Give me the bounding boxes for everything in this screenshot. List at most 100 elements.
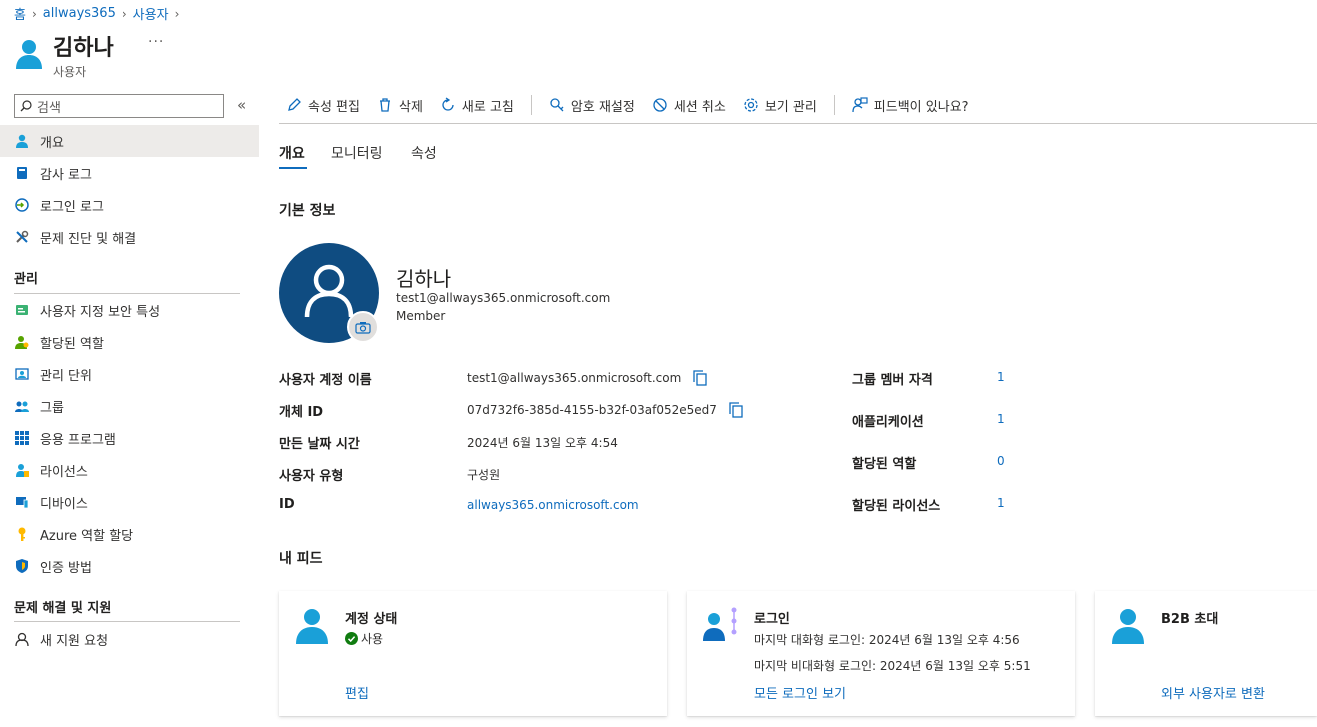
sidebar-section-support: 문제 해결 및 지원 (14, 601, 112, 616)
my-feed-title: 내 피드 (279, 551, 323, 567)
sidebar-item-diagnose[interactable]: 문제 진단 및 해결 (0, 221, 259, 253)
manage-view-button[interactable]: 보기 관리 (743, 96, 817, 115)
profile-email: test1@allways365.onmicrosoft.com (396, 291, 611, 305)
sidebar-item-devices[interactable]: 디바이스 (0, 486, 259, 518)
page-title: 김하나 (53, 36, 114, 61)
search-input[interactable]: 검색 (14, 94, 224, 118)
book-icon (17, 167, 27, 179)
sidebar-item-label: 문제 진단 및 해결 (40, 231, 137, 247)
apps-icon (15, 431, 29, 445)
sidebar-item-custom-security-attributes[interactable]: 사용자 지정 보안 특성 (0, 294, 259, 326)
stat-value-applications[interactable]: 1 (997, 412, 1005, 426)
sidebar-item-overview[interactable]: 개요 (0, 125, 259, 157)
account-status-text: 사용 (361, 632, 384, 646)
stat-label-applications: 애플리케이션 (852, 415, 924, 430)
more-options-button[interactable]: ··· (148, 34, 164, 50)
key-search-icon (550, 98, 564, 112)
sidebar-item-licenses[interactable]: 라이선스 (0, 454, 259, 486)
device-icon (16, 497, 29, 509)
block-icon (653, 98, 667, 112)
trash-icon (379, 98, 390, 112)
stat-value-licenses[interactable]: 1 (997, 496, 1005, 510)
sidebar-item-new-support-request[interactable]: 새 지원 요청 (0, 623, 259, 655)
prop-value-text: 2024년 6월 13일 오후 4:54 (467, 436, 618, 450)
profile-user-type: Member (396, 309, 446, 323)
tab-properties[interactable]: 속성 (411, 143, 437, 163)
convert-to-external-link[interactable]: 외부 사용자로 변환 (1161, 683, 1265, 702)
last-interactive-signin: 마지막 대화형 로그인: 2024년 6월 13일 오후 4:56 (754, 633, 1020, 647)
feedback-icon (852, 97, 868, 113)
sidebar-item-label: 감사 로그 (40, 167, 92, 183)
tab-monitoring[interactable]: 모니터링 (331, 143, 383, 163)
change-photo-button[interactable] (347, 311, 379, 343)
license-icon (16, 464, 29, 477)
divider (279, 123, 1317, 124)
user-icon (1112, 609, 1144, 644)
edit-properties-button[interactable]: 속성 편집 (286, 96, 360, 115)
basic-info-title: 기본 정보 (279, 203, 336, 219)
copy-icon[interactable] (693, 370, 707, 386)
account-status-card: 계정 상태 사용 편집 (279, 591, 667, 716)
key-icon (18, 527, 26, 541)
signin-icon (15, 198, 29, 212)
sidebar-item-label: 개요 (40, 135, 64, 151)
sidebar-item-label: 응용 프로그램 (40, 432, 116, 448)
profile-name: 김하나 (396, 267, 452, 291)
search-icon (20, 100, 32, 112)
stat-value-groups[interactable]: 1 (997, 370, 1005, 384)
support-icon (15, 632, 29, 646)
attribute-icon (16, 305, 28, 315)
b2b-invite-card: B2B 초대 외부 사용자로 변환 (1095, 591, 1317, 716)
user-icon (296, 609, 328, 644)
collapse-sidebar-button[interactable]: « (237, 96, 246, 114)
wrench-icon (16, 230, 29, 243)
last-noninteractive-signin: 마지막 비대화형 로그인: 2024년 6월 13일 오후 5:51 (754, 659, 1031, 673)
sidebar-item-signin-logs[interactable]: 로그인 로그 (0, 189, 259, 221)
delete-label: 삭제 (398, 99, 423, 115)
signin-card: 로그인 마지막 대화형 로그인: 2024년 6월 13일 오후 4:56 마지… (687, 591, 1075, 716)
check-circle-icon (345, 632, 358, 645)
sidebar-item-groups[interactable]: 그룹 (0, 390, 259, 422)
reset-password-button[interactable]: 암호 재설정 (549, 96, 635, 115)
copy-icon[interactable] (729, 402, 743, 418)
chevron-right-icon: › (174, 6, 180, 21)
chevron-right-icon: › (31, 6, 37, 21)
prop-value-created: 2024년 6월 13일 오후 4:54 (467, 434, 618, 451)
refresh-icon (442, 97, 454, 111)
feedback-button[interactable]: 피드백이 있나요? (852, 96, 969, 115)
breadcrumb-tenant[interactable]: allways365 (43, 6, 116, 21)
sidebar-item-label: 라이선스 (40, 464, 88, 480)
sidebar-item-applications[interactable]: 응용 프로그램 (0, 422, 259, 454)
sidebar-item-auth-methods[interactable]: 인증 방법 (0, 550, 259, 582)
stat-label-licenses: 할당된 라이선스 (852, 499, 941, 514)
sidebar-item-assigned-roles[interactable]: 할당된 역할 (0, 326, 259, 358)
view-all-signins-link[interactable]: 모든 로그인 보기 (754, 683, 846, 702)
identity-link[interactable]: allways365.onmicrosoft.com (467, 498, 639, 512)
sidebar-item-admin-units[interactable]: 관리 단위 (0, 358, 259, 390)
admin-unit-icon (15, 368, 29, 380)
tab-overview[interactable]: 개요 (279, 143, 305, 163)
stat-value-roles[interactable]: 0 (997, 454, 1005, 468)
prop-label-identity: ID (279, 497, 295, 512)
prop-value-user-type: 구성원 (467, 466, 500, 483)
sidebar-item-azure-role-assignments[interactable]: Azure 역할 할당 (0, 518, 259, 550)
sidebar-item-audit-logs[interactable]: 감사 로그 (0, 157, 259, 189)
prop-value-upn: test1@allways365.onmicrosoft.com (467, 370, 707, 386)
prop-value-text: test1@allways365.onmicrosoft.com (467, 371, 682, 385)
revoke-sessions-button[interactable]: 세션 취소 (652, 96, 726, 115)
account-status: 사용 (345, 630, 383, 647)
edit-account-link[interactable]: 편집 (345, 683, 369, 702)
breadcrumb-users[interactable]: 사용자 (133, 4, 169, 23)
gear-icon (744, 98, 758, 112)
divider (14, 621, 240, 622)
stat-label-roles: 할당된 역할 (852, 457, 917, 472)
refresh-button[interactable]: 새로 고침 (440, 96, 514, 115)
prop-label-object-id: 개체 ID (279, 405, 324, 420)
sidebar-item-label: 관리 단위 (40, 368, 92, 384)
delete-button[interactable]: 삭제 (377, 96, 423, 115)
reset-password-label: 암호 재설정 (570, 99, 635, 115)
sidebar-item-label: 그룹 (40, 400, 64, 416)
breadcrumb-home[interactable]: 홈 (14, 4, 26, 23)
toolbar-separator (530, 95, 532, 115)
stat-label-groups: 그룹 멤버 자격 (852, 373, 933, 388)
